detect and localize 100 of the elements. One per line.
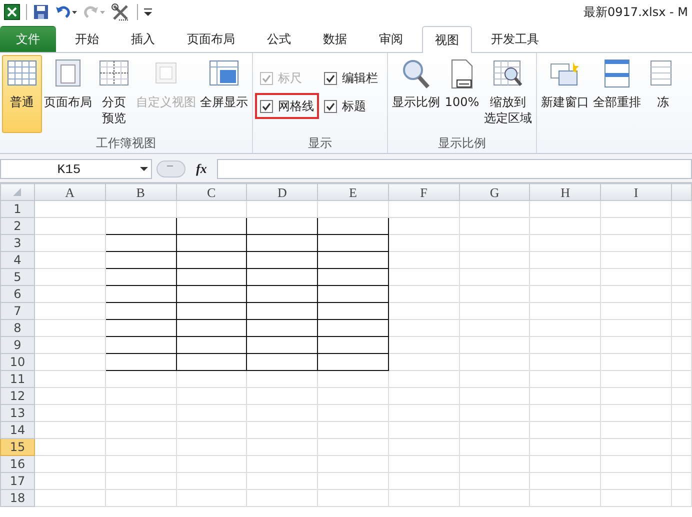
table-cell[interactable] [318, 336, 388, 354]
formula-input[interactable] [216, 159, 692, 179]
name-box[interactable]: K15 [0, 159, 152, 179]
row-header[interactable]: 16 [0, 456, 34, 472]
ribbon-tab[interactable]: 视图 [422, 26, 472, 53]
ribbon-button[interactable]: 冻 [643, 55, 683, 133]
group-label: 显示 [307, 135, 333, 152]
table-cell[interactable] [246, 336, 318, 354]
row-header[interactable]: 15 [0, 438, 34, 456]
ribbon-tab[interactable]: 公式 [254, 26, 304, 52]
row-header[interactable]: 1 [0, 200, 34, 218]
checkbox[interactable]: 网格线 [255, 93, 319, 119]
table-cell[interactable] [246, 286, 318, 302]
table-cell[interactable] [176, 218, 247, 234]
undo-icon[interactable] [55, 4, 77, 20]
row-header[interactable]: 6 [0, 286, 34, 302]
ribbon-button[interactable]: 全屏显示 [198, 55, 250, 133]
table-cell[interactable] [246, 218, 318, 234]
ribbon-button[interactable]: 全部重排 [591, 55, 643, 133]
table-cell[interactable] [105, 218, 176, 234]
row-header[interactable]: 17 [0, 472, 34, 490]
table-cell[interactable] [246, 320, 318, 336]
table-cell[interactable] [246, 268, 318, 286]
row-header[interactable]: 13 [0, 404, 34, 422]
table-cell[interactable] [176, 268, 247, 286]
table-cell[interactable] [318, 286, 388, 302]
spreadsheet-logo-icon[interactable] [4, 4, 20, 20]
table-cell[interactable] [318, 234, 388, 252]
insert-function-button[interactable]: fx [190, 161, 213, 177]
table-cell[interactable] [318, 320, 388, 336]
row-header[interactable]: 7 [0, 302, 34, 320]
row-header[interactable]: 14 [0, 422, 34, 438]
table-cell[interactable] [318, 268, 388, 286]
ribbon-button[interactable]: 页面布局 [42, 55, 94, 133]
ribbon-tab[interactable]: 页面布局 [174, 26, 248, 52]
row-header[interactable]: 9 [0, 336, 34, 354]
table-cell[interactable] [105, 268, 176, 286]
check-icon [260, 100, 273, 112]
ribbon-tab[interactable]: 插入 [118, 26, 168, 52]
row-header[interactable]: 18 [0, 490, 34, 506]
row-header[interactable]: 5 [0, 268, 34, 286]
table-cell[interactable] [176, 252, 247, 268]
column-header[interactable]: C [176, 184, 247, 200]
group-label: 工作簿视图 [95, 135, 157, 152]
save-icon[interactable] [33, 4, 49, 20]
table-cell[interactable] [105, 320, 176, 336]
ribbon-button[interactable]: 100% [442, 55, 482, 133]
checkbox[interactable]: 标题 [319, 93, 383, 119]
table-cell[interactable] [318, 302, 388, 320]
table-cell[interactable] [246, 234, 318, 252]
table-cell[interactable] [105, 336, 176, 354]
ribbon-button[interactable]: 缩放到 选定区域 [482, 55, 534, 133]
column-header[interactable]: H [530, 184, 601, 200]
row-header[interactable]: 8 [0, 320, 34, 336]
select-all-corner-icon[interactable] [12, 186, 22, 196]
check-icon [260, 72, 273, 84]
row-header[interactable]: 12 [0, 388, 34, 404]
customize-caret-icon[interactable] [144, 7, 152, 17]
row-header[interactable]: 2 [0, 218, 34, 234]
row-header[interactable]: 11 [0, 370, 34, 388]
table-cell[interactable] [105, 354, 176, 370]
tools-icon[interactable] [111, 3, 131, 21]
ribbon-tab[interactable]: 审阅 [366, 26, 416, 52]
table-cell[interactable] [105, 302, 176, 320]
table-cell[interactable] [105, 234, 176, 252]
group-label: 显示比例 [437, 135, 487, 152]
checkbox[interactable]: 编辑栏 [319, 65, 383, 91]
table-cell[interactable] [318, 252, 388, 268]
ribbon-button[interactable]: 分页 预览 [94, 55, 134, 133]
file-tab[interactable]: 文件 [0, 26, 56, 52]
table-cell[interactable] [176, 302, 247, 320]
table-cell[interactable] [246, 252, 318, 268]
column-header[interactable]: D [246, 184, 318, 200]
ribbon-tab[interactable]: 开发工具 [478, 26, 552, 52]
row-header[interactable]: 4 [0, 252, 34, 268]
table-cell[interactable] [176, 234, 247, 252]
table-cell[interactable] [176, 286, 247, 302]
ribbon-button[interactable]: 显示比例 [390, 55, 442, 133]
table-cell[interactable] [105, 252, 176, 268]
table-cell[interactable] [246, 302, 318, 320]
ribbon-button[interactable]: 普通 [2, 55, 42, 133]
column-header[interactable]: E [318, 184, 388, 200]
splitter-handle-icon[interactable] [156, 160, 186, 178]
table-cell[interactable] [176, 336, 247, 354]
ribbon-button[interactable]: 新建窗口 [539, 55, 591, 133]
table-cell[interactable] [105, 286, 176, 302]
table-cell[interactable] [246, 354, 318, 370]
row-header[interactable]: 10 [0, 354, 34, 370]
column-header[interactable]: B [105, 184, 176, 200]
table-cell[interactable] [318, 354, 388, 370]
table-cell[interactable] [176, 354, 247, 370]
column-header[interactable]: G [459, 184, 530, 200]
column-header[interactable]: F [388, 184, 460, 200]
ribbon-tab[interactable]: 数据 [310, 26, 360, 52]
column-header[interactable]: A [34, 184, 106, 200]
table-cell[interactable] [176, 320, 247, 336]
table-cell[interactable] [318, 218, 388, 234]
ribbon-tab[interactable]: 开始 [62, 26, 112, 52]
column-header[interactable]: I [600, 184, 672, 200]
row-header[interactable]: 3 [0, 234, 34, 252]
